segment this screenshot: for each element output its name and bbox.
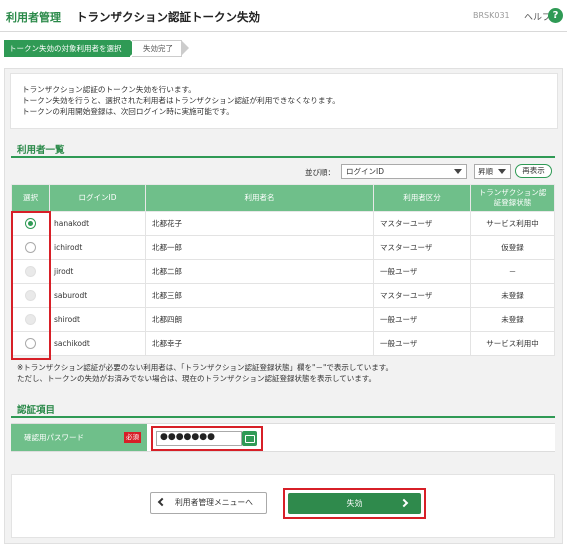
user-type-cell: 一般ユーザ xyxy=(373,307,471,332)
chevron-right-icon xyxy=(399,498,409,508)
user-type-cell: マスターユーザ xyxy=(373,211,471,236)
intro-line: トークンの利用開始登録は、次回ログイン時に実施可能です。 xyxy=(22,107,234,116)
screen-code: BRSK031 xyxy=(473,11,510,20)
user-name-cell: 北都二郎 xyxy=(145,259,374,284)
note-line: ※トランザクション認証が必要のない利用者は、「トランザクション認証登録状態」欄を… xyxy=(17,363,393,372)
user-type-cell: 一般ユーザ xyxy=(373,331,471,356)
login-id-cell: saburodt xyxy=(49,283,146,308)
auth-status-cell: サービス利用中 xyxy=(470,331,555,356)
redisplay-button[interactable]: 再表示 xyxy=(515,164,552,178)
password-label: 確認用パスワード 必須 xyxy=(11,424,147,451)
section-title: 利用者管理 xyxy=(6,11,61,24)
back-button-label: 利用者管理メニューへ xyxy=(175,498,253,507)
page-title: トランザクション認証トークン失効 xyxy=(76,10,260,24)
order-select-value: 昇順 xyxy=(478,167,493,176)
users-section-heading: 利用者一覧 xyxy=(17,145,65,156)
table-row[interactable]: ichirodt 北都一郎 マスターユーザ 仮登録 xyxy=(11,235,555,260)
login-id-cell: jirodt xyxy=(49,259,146,284)
page-header: 利用者管理 トランザクション認証トークン失効 BRSK031 ヘルプ ? xyxy=(0,0,567,32)
back-to-menu-button[interactable]: 利用者管理メニューへ xyxy=(150,492,267,514)
help-icon[interactable]: ? xyxy=(548,8,563,23)
sort-select[interactable]: ログインID xyxy=(341,164,467,179)
revoke-button[interactable]: 失効 xyxy=(288,493,421,514)
auth-status-cell: サービス利用中 xyxy=(470,211,555,236)
login-id-cell: shirodt xyxy=(49,307,146,332)
required-badge: 必須 xyxy=(124,432,141,443)
user-type-cell: 一般ユーザ xyxy=(373,259,471,284)
auth-status-cell: 未登録 xyxy=(470,307,555,332)
table-row: jirodt 北都二郎 一般ユーザ － xyxy=(11,259,555,284)
col-select: 選択 xyxy=(11,184,50,212)
password-field-highlight: ●●●●●●● xyxy=(151,426,263,451)
table-header-row: 選択 ログインID 利用者名 利用者区分 トランザクション認証登録状態 xyxy=(11,184,555,212)
col-user-type[interactable]: 利用者区分 xyxy=(373,184,471,212)
intro-box: トランザクション認証のトークン失効を行います。 トークン失効を行うと、選択された… xyxy=(10,73,558,129)
login-id-cell: hanakodt xyxy=(49,211,146,236)
users-table: 選択 ログインID 利用者名 利用者区分 トランザクション認証登録状態 hana… xyxy=(11,184,555,356)
order-select[interactable]: 昇順 xyxy=(474,164,511,179)
login-id-cell: ichirodt xyxy=(49,235,146,260)
col-auth-status: トランザクション認証登録状態 xyxy=(470,184,555,212)
table-note: ※トランザクション認証が必要のない利用者は、「トランザクション認証登録状態」欄を… xyxy=(17,362,393,384)
user-name-cell: 北都花子 xyxy=(145,211,374,236)
password-label-text: 確認用パスワード xyxy=(24,433,84,442)
chevron-down-icon xyxy=(498,169,506,174)
password-row: 確認用パスワード 必須 ●●●●●●● xyxy=(11,423,555,452)
chevron-down-icon xyxy=(454,169,462,174)
user-name-cell: 北都四朗 xyxy=(145,307,374,332)
user-name-cell: 北都三郎 xyxy=(145,283,374,308)
auth-status-cell: － xyxy=(470,259,555,284)
table-row: shirodt 北都四朗 一般ユーザ 未登録 xyxy=(11,307,555,332)
auth-status-cell: 仮登録 xyxy=(470,235,555,260)
col-user-name[interactable]: 利用者名 xyxy=(145,184,374,212)
col-login-id[interactable]: ログインID xyxy=(49,184,146,212)
user-name-cell: 北都幸子 xyxy=(145,331,374,356)
auth-status-cell: 未登録 xyxy=(470,283,555,308)
table-row[interactable]: sachikodt 北都幸子 一般ユーザ サービス利用中 xyxy=(11,331,555,356)
radio-column-highlight xyxy=(11,211,51,360)
user-name-cell: 北都一郎 xyxy=(145,235,374,260)
table-row: saburodt 北都三郎 マスターユーザ 未登録 xyxy=(11,283,555,308)
step-select-target: トークン失効の対象利用者を選択 xyxy=(4,40,139,57)
login-id-cell: sachikodt xyxy=(49,331,146,356)
software-keyboard-icon[interactable] xyxy=(242,431,257,446)
section-divider xyxy=(11,156,555,158)
password-input[interactable]: ●●●●●●● xyxy=(156,431,242,446)
intro-line: トークン失効を行うと、選択された利用者はトランザクション認証が利用できなくなりま… xyxy=(22,96,340,105)
col-auth-status-label: トランザクション認証登録状態 xyxy=(478,188,547,207)
auth-section-heading: 認証項目 xyxy=(17,405,56,416)
help-link[interactable]: ヘルプ xyxy=(524,10,551,23)
section-divider xyxy=(11,416,555,418)
note-line: ただし、トークンの失効がお済みでない場合は、現在のトランザクション認証登録状態を… xyxy=(17,374,377,383)
submit-button-highlight: 失効 xyxy=(283,488,426,519)
table-row[interactable]: hanakodt 北都花子 マスターユーザ サービス利用中 xyxy=(11,211,555,236)
sort-select-value: ログインID xyxy=(346,167,384,176)
chevron-left-icon xyxy=(157,497,167,507)
step-complete: 失効完了 xyxy=(132,40,189,57)
revoke-button-label: 失効 xyxy=(346,499,363,508)
user-type-cell: マスターユーザ xyxy=(373,235,471,260)
intro-line: トランザクション認証のトークン失効を行います。 xyxy=(22,85,196,94)
sort-label: 並び順： xyxy=(305,168,335,177)
user-type-cell: マスターユーザ xyxy=(373,283,471,308)
